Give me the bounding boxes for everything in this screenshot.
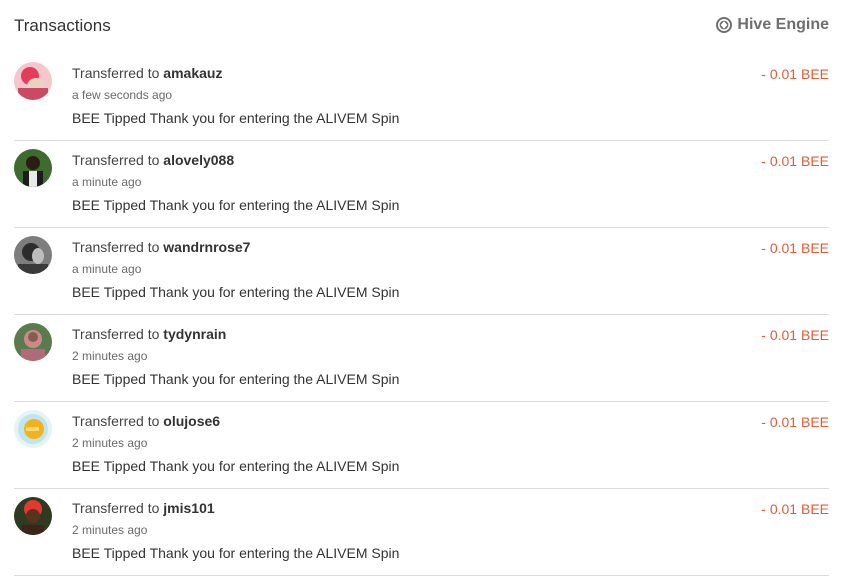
transaction-row: Transferred to wandrnrose7 a minute ago … bbox=[14, 228, 829, 315]
transaction-row: Transferred to amakauz a few seconds ago… bbox=[14, 54, 829, 141]
memo-text: BEE Tipped Thank you for entering the AL… bbox=[72, 197, 400, 213]
avatar[interactable] bbox=[14, 236, 52, 274]
timestamp: a minute ago bbox=[72, 175, 142, 189]
recipient-username[interactable]: olujose6 bbox=[163, 413, 220, 429]
transfer-description: Transferred to tydynrain bbox=[72, 326, 226, 342]
transfer-description: Transferred to olujose6 bbox=[72, 413, 220, 429]
transaction-row: Transferred to tydynrain 2 minutes ago B… bbox=[14, 315, 829, 402]
recipient-username[interactable]: amakauz bbox=[163, 65, 222, 81]
amount: - 0.01 BEE bbox=[761, 327, 829, 343]
avatar[interactable] bbox=[14, 410, 52, 448]
transfer-description: Transferred to alovely088 bbox=[72, 152, 234, 168]
amount: - 0.01 BEE bbox=[761, 501, 829, 517]
timestamp: 2 minutes ago bbox=[72, 436, 148, 450]
recipient-username[interactable]: jmis101 bbox=[163, 500, 214, 516]
memo-text: BEE Tipped Thank you for entering the AL… bbox=[72, 371, 400, 387]
hive-engine-logo-icon bbox=[715, 16, 733, 34]
transfer-label: Transferred to bbox=[72, 500, 164, 516]
amount: - 0.01 BEE bbox=[761, 66, 829, 82]
transaction-row: Transferred to alovely088 a minute ago B… bbox=[14, 141, 829, 228]
transfer-label: Transferred to bbox=[72, 326, 164, 342]
timestamp: a minute ago bbox=[72, 262, 142, 276]
avatar[interactable] bbox=[14, 62, 52, 100]
transfer-label: Transferred to bbox=[72, 239, 164, 255]
memo-text: BEE Tipped Thank you for entering the AL… bbox=[72, 110, 400, 126]
transfer-description: Transferred to jmis101 bbox=[72, 500, 215, 516]
transfer-label: Transferred to bbox=[72, 413, 164, 429]
amount: - 0.01 BEE bbox=[761, 153, 829, 169]
transaction-row: Transferred to olujose6 2 minutes ago BE… bbox=[14, 402, 829, 489]
transfer-description: Transferred to wandrnrose7 bbox=[72, 239, 250, 255]
amount: - 0.01 BEE bbox=[761, 240, 829, 256]
transactions-header: Transactions Hive Engine bbox=[14, 14, 829, 40]
recipient-username[interactable]: wandrnrose7 bbox=[163, 239, 250, 255]
memo-text: BEE Tipped Thank you for entering the AL… bbox=[72, 458, 400, 474]
transfer-label: Transferred to bbox=[72, 65, 164, 81]
hive-engine-label: Hive Engine bbox=[737, 16, 829, 33]
avatar[interactable] bbox=[14, 323, 52, 361]
memo-text: BEE Tipped Thank you for entering the AL… bbox=[72, 284, 400, 300]
page-title: Transactions bbox=[14, 16, 111, 35]
amount: - 0.01 BEE bbox=[761, 414, 829, 430]
avatar[interactable] bbox=[14, 497, 52, 535]
timestamp: a few seconds ago bbox=[72, 88, 173, 102]
recipient-username[interactable]: alovely088 bbox=[163, 152, 234, 168]
transaction-row: Transferred to jmis101 2 minutes ago BEE… bbox=[14, 489, 829, 576]
recipient-username[interactable]: tydynrain bbox=[163, 326, 226, 342]
transfer-description: Transferred to amakauz bbox=[72, 65, 222, 81]
transfer-label: Transferred to bbox=[72, 152, 164, 168]
timestamp: 2 minutes ago bbox=[72, 349, 148, 363]
timestamp: 2 minutes ago bbox=[72, 523, 148, 537]
transaction-list: Transferred to amakauz a few seconds ago… bbox=[14, 54, 829, 576]
hive-engine-link[interactable]: Hive Engine bbox=[715, 16, 829, 34]
avatar[interactable] bbox=[14, 149, 52, 187]
memo-text: BEE Tipped Thank you for entering the AL… bbox=[72, 545, 400, 561]
